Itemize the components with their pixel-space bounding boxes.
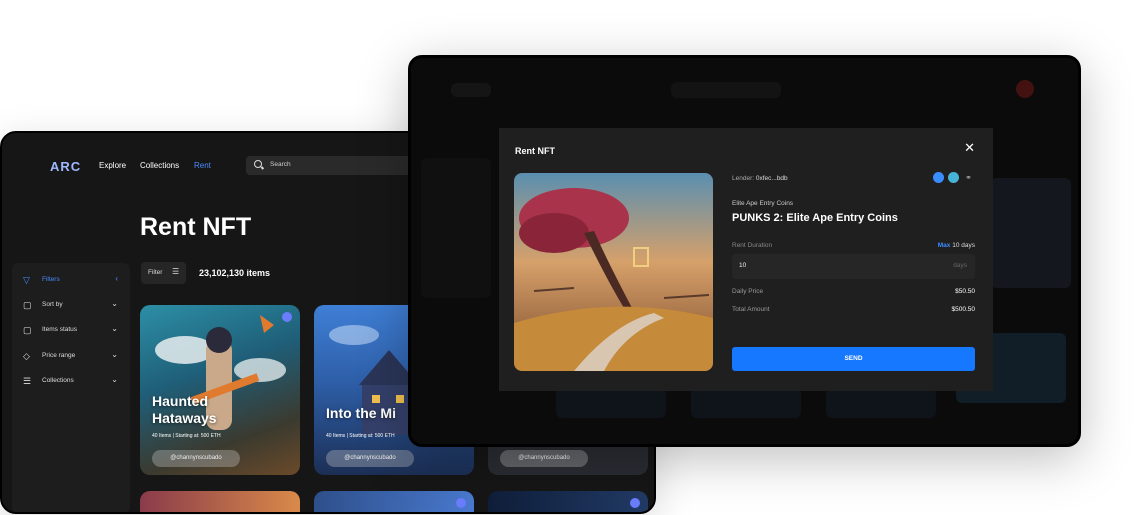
nav-explore[interactable]: Explore — [99, 161, 126, 170]
dimmed-sidebar — [421, 158, 491, 298]
chevron-down-icon[interactable]: ⌄ — [111, 375, 118, 384]
collection-card[interactable] — [488, 491, 648, 512]
chevron-down-icon[interactable]: ⌄ — [111, 324, 118, 333]
sliders-icon: ☰ — [172, 267, 180, 276]
nft-title: PUNKS 2: Elite Ape Entry Coins — [732, 212, 898, 224]
dimmed-card — [991, 178, 1071, 288]
card-items-count: 40 Items — [152, 433, 172, 439]
card-title: Haunted Hataways — [152, 393, 217, 426]
sidebar-item-label: Filters — [42, 276, 60, 283]
max-value: 10 days — [952, 242, 975, 249]
daily-price-label: Daily Price — [732, 288, 764, 295]
collection-card[interactable]: Haunted Hataways 40 Items | Starting at:… — [140, 305, 300, 475]
bag-icon: ▢ — [23, 300, 32, 310]
max-duration[interactable]: Max 10 days — [938, 242, 975, 249]
nav-rent[interactable]: Rent — [194, 161, 211, 170]
filter-sidebar: ▽ Filters ‹ ▢ Sort by ⌄ ▢ Items status ⌄… — [12, 263, 130, 512]
tag-icon: ◇ — [23, 351, 30, 361]
search-placeholder: Search — [270, 161, 291, 168]
modal-title: Rent NFT — [515, 146, 555, 156]
dimmed-avatar — [1016, 80, 1034, 98]
eth-icon — [456, 498, 466, 508]
filter-button[interactable]: Filter ☰ — [141, 262, 186, 284]
rent-modal-window: Rent NFT ✕ Lender: 0xfec...bdb ⚭ Elite A… — [408, 55, 1081, 447]
close-icon[interactable]: ✕ — [964, 140, 975, 156]
eth-icon — [282, 312, 292, 322]
sidebar-item-items-status[interactable]: ▢ Items status ⌄ — [12, 322, 130, 340]
items-count: 23,102,130 items — [199, 268, 271, 278]
card-meta: 40 Items | Starting at: 500 ETH — [152, 433, 221, 439]
lender-info: Lender: 0xfec...bdb — [732, 175, 788, 182]
total-amount-label: Total Amount — [732, 306, 770, 313]
bag-icon: ▢ — [23, 325, 32, 335]
sidebar-item-label: Collections — [42, 377, 74, 384]
duration-value: 10 — [739, 262, 747, 269]
chevron-left-icon[interactable]: ‹ — [115, 274, 118, 283]
list-icon: ☰ — [23, 376, 32, 386]
total-amount-value: $500.50 — [951, 306, 976, 313]
dimmed-card — [556, 388, 666, 418]
dimmed-card — [826, 388, 936, 418]
search-icon — [254, 160, 262, 168]
card-meta: 40 Items | Starting at: 500 ETH — [326, 433, 395, 439]
owner-badge[interactable]: @channynscubado — [500, 450, 588, 467]
chevron-down-icon[interactable]: ⌄ — [111, 299, 118, 308]
user-icon[interactable] — [933, 172, 944, 183]
dimmed-card — [691, 388, 801, 418]
page-title: Rent NFT — [140, 213, 252, 241]
card-items-count: 40 Items — [326, 433, 346, 439]
lender-address[interactable]: 0xfec...bdb — [756, 175, 788, 182]
owner-badge[interactable]: @channynscubado — [326, 450, 414, 467]
card-starting-price: Starting at: 500 ETH — [175, 433, 221, 439]
tree-painting — [514, 173, 713, 371]
rent-duration-label: Rent Duration — [732, 242, 773, 249]
collection-card[interactable] — [314, 491, 474, 512]
card-title: Into the Mi — [326, 405, 396, 421]
sidebar-item-label: Sort by — [42, 301, 63, 308]
nft-artwork — [514, 173, 713, 371]
filter-label: Filter — [148, 269, 163, 276]
globe-icon[interactable] — [948, 172, 959, 183]
duration-unit: days — [953, 262, 967, 269]
sidebar-item-sort-by[interactable]: ▢ Sort by ⌄ — [12, 297, 130, 315]
nav-collections[interactable]: Collections — [140, 161, 179, 170]
collection-card[interactable] — [140, 491, 300, 512]
card-starting-price: Starting at: 500 ETH — [349, 433, 395, 439]
max-label: Max — [937, 242, 951, 249]
sidebar-item-label: Price range — [42, 352, 76, 359]
sidebar-item-price-range[interactable]: ◇ Price range ⌄ — [12, 348, 130, 366]
rent-nft-modal: Rent NFT ✕ Lender: 0xfec...bdb ⚭ Elite A… — [499, 128, 993, 391]
owner-badge[interactable]: @channynscubado — [152, 450, 240, 467]
rent-duration-input[interactable]: 10 days — [732, 254, 975, 279]
link-icon[interactable]: ⚭ — [963, 172, 974, 183]
send-button[interactable]: SEND — [732, 347, 975, 371]
sidebar-item-label: Items status — [42, 326, 78, 333]
dimmed-search — [671, 82, 781, 98]
collection-name[interactable]: Elite Ape Entry Coins — [732, 200, 793, 207]
chevron-down-icon[interactable]: ⌄ — [111, 350, 118, 359]
daily-price-value: $50.50 — [955, 288, 975, 295]
eth-icon — [630, 498, 640, 508]
dimmed-logo — [451, 83, 491, 97]
search-input[interactable]: Search — [246, 156, 426, 175]
arc-logo[interactable]: ARC — [50, 159, 81, 174]
filter-icon: ▽ — [23, 275, 30, 285]
lender-label: Lender: — [732, 175, 755, 182]
sidebar-item-filters[interactable]: ▽ Filters ‹ — [12, 272, 130, 290]
sidebar-item-collections[interactable]: ☰ Collections ⌄ — [12, 373, 130, 391]
